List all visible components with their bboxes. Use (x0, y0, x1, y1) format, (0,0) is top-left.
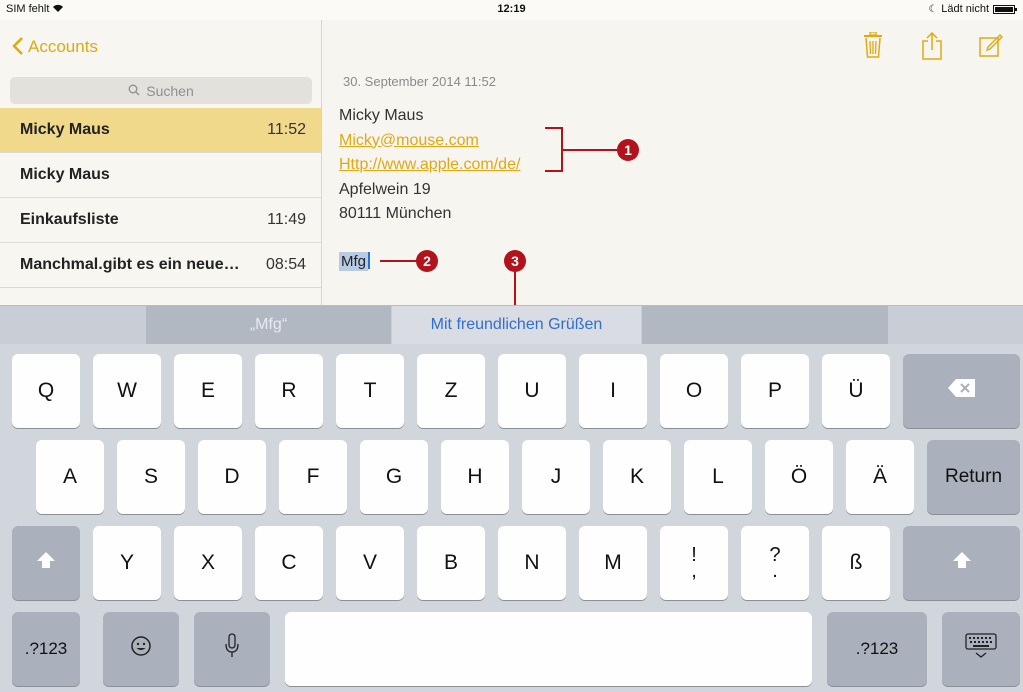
dictation-key[interactable] (194, 612, 270, 686)
shift-left-key[interactable] (12, 526, 80, 600)
search-icon (128, 83, 140, 99)
notes-sidebar: Accounts Suchen Micky Maus 11:52 Micky M… (0, 20, 322, 305)
key-s[interactable]: S (117, 440, 185, 514)
note-list: Micky Maus 11:52 Micky Maus Einkaufslist… (0, 108, 321, 288)
search-placeholder: Suchen (146, 82, 194, 99)
list-item[interactable]: Micky Maus 11:52 (0, 108, 321, 153)
key-u[interactable]: U (498, 354, 566, 428)
key-a[interactable]: A (36, 440, 104, 514)
annotation-bracket (545, 127, 563, 172)
moon-icon: ☾ (928, 3, 938, 15)
note-time: 11:49 (267, 211, 306, 228)
shift-icon (952, 551, 972, 575)
key-x[interactable]: X (174, 526, 242, 600)
key-sz[interactable]: ß (822, 526, 890, 600)
annotation-marker-1: 1 (617, 139, 639, 161)
numbers-key-right[interactable]: .?123 (827, 612, 927, 686)
suggestion-primary[interactable]: Mit freundlichen Grüßen (392, 306, 641, 344)
suggestion-empty[interactable] (642, 306, 888, 344)
chevron-left-icon (12, 36, 24, 57)
battery-icon (993, 4, 1017, 14)
key-z[interactable]: Z (417, 354, 485, 428)
note-title: Einkaufsliste (20, 211, 119, 228)
key-c[interactable]: C (255, 526, 323, 600)
space-key[interactable] (285, 612, 812, 686)
email-link[interactable]: Micky@mouse.com (339, 129, 520, 154)
list-item[interactable]: Einkaufsliste 11:49 (0, 198, 321, 243)
key-e[interactable]: E (174, 354, 242, 428)
note-title: Micky Maus (20, 166, 110, 183)
annotation-marker-2: 2 (416, 250, 438, 272)
note-title: Manchmal.gibt es ein neue… (20, 256, 240, 273)
keyboard: Q W E R T Z U I O P Ü A S D F G H J K L … (0, 344, 1023, 692)
shift-icon (36, 551, 56, 575)
key-exclamation-comma[interactable]: ! , (660, 526, 728, 600)
annotation-line (514, 272, 516, 308)
key-lower-glyph: . (772, 560, 778, 582)
annotation-marker-3: 3 (504, 250, 526, 272)
keyboard-dismiss-icon (965, 633, 997, 665)
web-link[interactable]: Http://www.apple.com/de/ (339, 153, 520, 178)
compose-icon[interactable] (979, 32, 1003, 60)
microphone-icon (224, 633, 240, 665)
key-n[interactable]: N (498, 526, 566, 600)
key-o[interactable]: O (660, 354, 728, 428)
share-icon[interactable] (921, 31, 945, 60)
accounts-back-button[interactable]: Accounts (12, 36, 98, 57)
note-date: 30. September 2014 11:52 (343, 74, 496, 89)
battery-label: Lädt nicht (941, 3, 989, 15)
key-d[interactable]: D (198, 440, 266, 514)
search-input[interactable]: Suchen (10, 77, 312, 104)
list-item[interactable]: Micky Maus (0, 153, 321, 198)
annotation-line (380, 260, 418, 262)
key-w[interactable]: W (93, 354, 161, 428)
shift-right-key[interactable] (903, 526, 1020, 600)
backspace-key[interactable] (903, 354, 1020, 428)
status-time: 12:19 (497, 3, 526, 15)
note-line: Apfelwein 19 (339, 180, 431, 198)
key-ue[interactable]: Ü (822, 354, 890, 428)
key-lower-glyph: , (691, 560, 697, 582)
key-question-period[interactable]: ? . (741, 526, 809, 600)
key-v[interactable]: V (336, 526, 404, 600)
key-oe[interactable]: Ö (765, 440, 833, 514)
key-t[interactable]: T (336, 354, 404, 428)
list-item[interactable]: Manchmal.gibt es ein neue… 08:54 (0, 243, 321, 288)
key-b[interactable]: B (417, 526, 485, 600)
quicktype-bar: „Mfg“ Mit freundlichen Grüßen (0, 305, 1023, 344)
status-bar: SIM fehlt 12:19 ☾ Lädt nicht (0, 0, 1023, 20)
note-title: Micky Maus (20, 121, 110, 138)
key-k[interactable]: K (603, 440, 671, 514)
note-time: 08:54 (265, 256, 306, 273)
key-r[interactable]: R (255, 354, 323, 428)
key-f[interactable]: F (279, 440, 347, 514)
key-i[interactable]: I (579, 354, 647, 428)
annotation-line (563, 149, 618, 151)
key-h[interactable]: H (441, 440, 509, 514)
text-selection: Mfg (339, 252, 369, 271)
text-cursor (368, 252, 371, 269)
trash-icon[interactable] (863, 31, 887, 60)
selected-text[interactable]: Mfg (339, 252, 371, 271)
hide-keyboard-key[interactable] (942, 612, 1020, 686)
note-body[interactable]: Micky Maus Micky@mouse.com Http://www.ap… (339, 104, 520, 227)
note-time: 11:52 (267, 121, 306, 138)
key-g[interactable]: G (360, 440, 428, 514)
key-j[interactable]: J (522, 440, 590, 514)
emoji-key[interactable] (103, 612, 179, 686)
key-m[interactable]: M (579, 526, 647, 600)
suggestion-literal[interactable]: „Mfg“ (146, 306, 391, 344)
back-label: Accounts (28, 36, 98, 56)
key-y[interactable]: Y (93, 526, 161, 600)
backspace-icon (947, 378, 977, 404)
key-q[interactable]: Q (12, 354, 80, 428)
return-key[interactable]: Return (927, 440, 1020, 514)
key-l[interactable]: L (684, 440, 752, 514)
numbers-key-left[interactable]: .?123 (12, 612, 80, 686)
note-line: 80111 München (339, 205, 452, 222)
key-p[interactable]: P (741, 354, 809, 428)
smiley-icon (130, 635, 152, 663)
key-ae[interactable]: Ä (846, 440, 914, 514)
note-line: Micky Maus (339, 107, 424, 124)
